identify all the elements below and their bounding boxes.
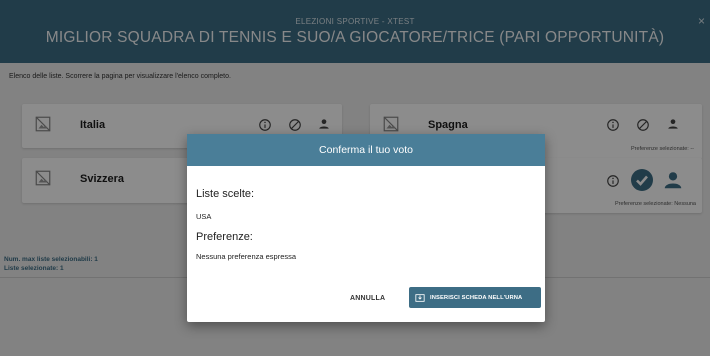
insert-ballot-button[interactable]: INSERISCI SCHEDA NELL'URNA (409, 287, 541, 308)
preferences-label: Preferenze: (196, 231, 253, 243)
ballot-box-icon (415, 293, 425, 302)
cancel-button[interactable]: ANNULLA (350, 295, 385, 302)
dialog-title: Conferma il tuo voto (187, 134, 545, 166)
chosen-lists-value: USA (196, 212, 212, 221)
insert-ballot-label: INSERISCI SCHEDA NELL'URNA (430, 294, 523, 301)
confirm-vote-dialog: Conferma il tuo voto Liste scelte: USA P… (187, 134, 545, 322)
chosen-lists-label: Liste scelte: (196, 188, 255, 200)
preferences-value: Nessuna preferenza espressa (196, 252, 297, 261)
